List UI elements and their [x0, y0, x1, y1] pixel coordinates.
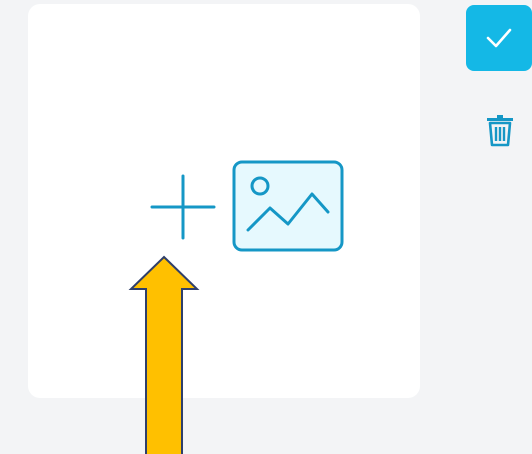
add-image-button[interactable]	[150, 160, 346, 252]
image-upload-card	[28, 4, 420, 398]
image-icon	[232, 160, 344, 252]
confirm-button[interactable]	[466, 5, 532, 71]
checkmark-icon	[486, 28, 512, 48]
plus-icon	[150, 174, 216, 240]
trash-icon	[487, 115, 513, 147]
delete-button[interactable]	[482, 110, 518, 150]
arrow-up-icon	[128, 255, 200, 454]
page	[0, 0, 532, 454]
